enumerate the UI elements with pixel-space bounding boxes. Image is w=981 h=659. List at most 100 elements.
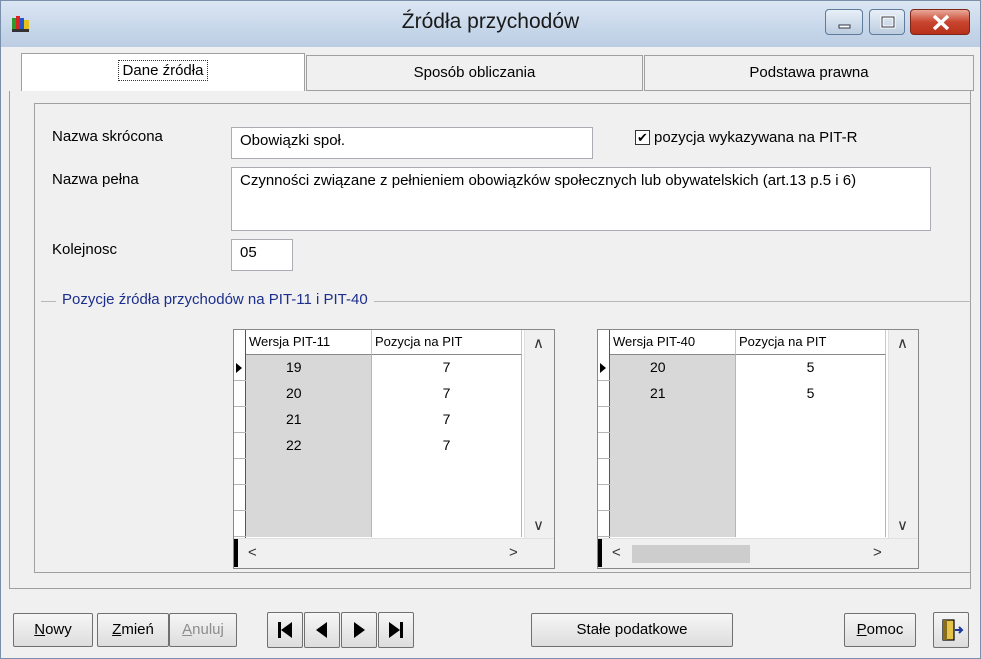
cell-position[interactable] bbox=[736, 459, 886, 485]
title-bar[interactable]: Źródła przychodów bbox=[1, 1, 980, 47]
vertical-scrollbar[interactable]: ∧ ∨ bbox=[524, 330, 554, 538]
cell-position[interactable] bbox=[736, 511, 886, 537]
tab-sposob-obliczania[interactable]: Sposób obliczania bbox=[306, 55, 643, 91]
scroll-left-icon[interactable]: < bbox=[248, 544, 257, 561]
cell-position[interactable]: 5 bbox=[736, 355, 886, 381]
full-name-label: Nazwa pełna bbox=[52, 171, 139, 188]
table-row[interactable] bbox=[234, 511, 522, 537]
table-row[interactable]: 20 7 bbox=[234, 381, 522, 407]
tab-podstawa-prawna[interactable]: Podstawa prawna bbox=[644, 55, 974, 91]
first-record-button[interactable] bbox=[267, 612, 303, 648]
scroll-left-icon[interactable]: < bbox=[612, 544, 621, 561]
previous-icon bbox=[316, 622, 327, 638]
column-header[interactable]: Pozycja na PIT bbox=[372, 330, 522, 355]
cell-version[interactable]: 22 bbox=[246, 433, 372, 459]
new-button[interactable]: Nowy bbox=[13, 613, 93, 647]
cell-position[interactable] bbox=[372, 511, 522, 537]
cell-version[interactable] bbox=[610, 485, 736, 511]
table-row[interactable]: 22 7 bbox=[234, 433, 522, 459]
scroll-edge bbox=[598, 539, 602, 567]
cell-position[interactable] bbox=[736, 407, 886, 433]
table-row[interactable]: 19 7 bbox=[234, 355, 522, 381]
current-row-icon bbox=[236, 363, 242, 373]
horizontal-scrollbar[interactable]: < > bbox=[598, 538, 918, 568]
current-row-icon bbox=[600, 363, 606, 373]
short-name-field[interactable]: Obowiązki społ. bbox=[231, 127, 593, 159]
vertical-scrollbar[interactable]: ∧ ∨ bbox=[888, 330, 918, 538]
table-row[interactable] bbox=[598, 407, 886, 433]
table-row[interactable]: 21 5 bbox=[598, 381, 886, 407]
scroll-edge bbox=[234, 539, 238, 567]
cell-version[interactable] bbox=[246, 459, 372, 485]
table-row[interactable]: 21 7 bbox=[234, 407, 522, 433]
cell-position[interactable] bbox=[736, 485, 886, 511]
cell-version[interactable] bbox=[610, 433, 736, 459]
cell-version[interactable]: 20 bbox=[246, 381, 372, 407]
scroll-right-icon[interactable]: > bbox=[509, 544, 518, 561]
maximize-button[interactable] bbox=[869, 9, 905, 35]
column-header[interactable]: Pozycja na PIT bbox=[736, 330, 886, 355]
last-record-button[interactable] bbox=[378, 612, 414, 648]
edit-button[interactable]: Zmień bbox=[97, 613, 169, 647]
help-button[interactable]: Pomoc bbox=[844, 613, 916, 647]
cancel-button[interactable]: Anuluj bbox=[169, 613, 237, 647]
table-row[interactable]: 20 5 bbox=[598, 355, 886, 381]
tax-constants-button[interactable]: Stałe podatkowe bbox=[531, 613, 733, 647]
next-icon bbox=[354, 622, 365, 638]
order-field[interactable]: 05 bbox=[231, 239, 293, 271]
cell-position[interactable] bbox=[372, 485, 522, 511]
pit-r-checkbox-label: pozycja wykazywana na PIT-R bbox=[654, 129, 858, 146]
minimize-icon bbox=[838, 24, 851, 29]
table-row[interactable] bbox=[598, 485, 886, 511]
grid-pit11[interactable]: Wersja PIT-11 Pozycja na PIT 19 7 20 7 2… bbox=[233, 329, 555, 569]
close-button[interactable] bbox=[910, 9, 970, 35]
cell-position[interactable]: 7 bbox=[372, 355, 522, 381]
mnemonic: A bbox=[182, 621, 193, 638]
table-row[interactable] bbox=[234, 459, 522, 485]
cell-position[interactable]: 7 bbox=[372, 407, 522, 433]
last-icon bbox=[389, 622, 403, 638]
cell-position[interactable]: 7 bbox=[372, 381, 522, 407]
maximize-icon bbox=[880, 15, 896, 29]
grid-pit40[interactable]: Wersja PIT-40 Pozycja na PIT 20 5 21 5 ∧… bbox=[597, 329, 919, 569]
cell-version[interactable]: 21 bbox=[246, 407, 372, 433]
cell-position[interactable]: 5 bbox=[736, 381, 886, 407]
column-header[interactable]: Wersja PIT-40 bbox=[610, 330, 736, 355]
cell-version[interactable] bbox=[610, 407, 736, 433]
cell-version[interactable]: 19 bbox=[246, 355, 372, 381]
scroll-right-icon[interactable]: > bbox=[873, 544, 882, 561]
scroll-down-icon[interactable]: ∨ bbox=[897, 516, 908, 534]
close-icon bbox=[932, 14, 950, 31]
table-row[interactable] bbox=[598, 433, 886, 459]
cell-position[interactable] bbox=[736, 433, 886, 459]
cell-version[interactable] bbox=[610, 511, 736, 537]
cell-version[interactable] bbox=[246, 485, 372, 511]
table-row[interactable] bbox=[234, 485, 522, 511]
exit-button[interactable] bbox=[933, 612, 969, 648]
tab-strip: Dane źródła Sposób obliczania Podstawa p… bbox=[1, 47, 980, 93]
cell-position[interactable]: 7 bbox=[372, 433, 522, 459]
scroll-up-icon[interactable]: ∧ bbox=[897, 334, 908, 352]
next-record-button[interactable] bbox=[341, 612, 377, 648]
tab-dane-zrodla[interactable]: Dane źródła bbox=[21, 53, 305, 93]
cell-version[interactable] bbox=[246, 511, 372, 537]
pit-r-checkbox[interactable]: ✔ pozycja wykazywana na PIT-R bbox=[635, 129, 857, 146]
column-header[interactable]: Wersja PIT-11 bbox=[246, 330, 372, 355]
group-title: Pozycje źródła przychodów na PIT-11 i PI… bbox=[56, 291, 374, 308]
full-name-field[interactable]: Czynności związane z pełnieniem obowiązk… bbox=[231, 167, 931, 231]
scroll-thumb[interactable] bbox=[632, 545, 750, 563]
cell-version[interactable] bbox=[610, 459, 736, 485]
table-row[interactable] bbox=[598, 459, 886, 485]
button-label: owy bbox=[45, 621, 72, 638]
button-label: omoc bbox=[866, 621, 904, 638]
cell-version[interactable]: 21 bbox=[610, 381, 736, 407]
cell-version[interactable]: 20 bbox=[610, 355, 736, 381]
scroll-down-icon[interactable]: ∨ bbox=[533, 516, 544, 534]
minimize-button[interactable] bbox=[825, 9, 863, 35]
previous-record-button[interactable] bbox=[304, 612, 340, 648]
tab-label: Sposób obliczania bbox=[413, 64, 536, 81]
cell-position[interactable] bbox=[372, 459, 522, 485]
horizontal-scrollbar[interactable]: < > bbox=[234, 538, 554, 568]
table-row[interactable] bbox=[598, 511, 886, 537]
scroll-up-icon[interactable]: ∧ bbox=[533, 334, 544, 352]
